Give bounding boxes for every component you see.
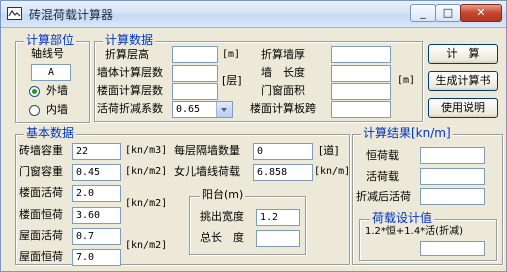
door-density-unit: [kn/m2] — [125, 166, 168, 177]
roof-dead-label: 屋面恒荷 — [19, 250, 63, 263]
calc-part-title: 计算部位 — [24, 33, 77, 47]
basic-data-title: 基本数据 — [24, 126, 77, 140]
floor-calc-label: 楼面计算层数 — [97, 84, 163, 97]
door-area-input[interactable] — [331, 83, 391, 100]
design-value-output[interactable] — [420, 241, 485, 256]
live-factor-value: 0.65 — [176, 104, 201, 115]
wall-length-input[interactable] — [331, 65, 391, 82]
wall-floors-label: 墙体计算层数 — [97, 66, 163, 79]
axis-label: 轴线号 — [31, 47, 64, 60]
window-title: 砖混荷载计算器 — [29, 8, 114, 22]
door-density-input[interactable]: 0.45 — [72, 164, 121, 181]
generate-book-button[interactable]: 生成计算书 — [428, 71, 498, 91]
partition-label: 每层隔墙数量 — [174, 144, 240, 157]
slab-span-label: 楼面计算板跨 — [250, 102, 316, 115]
partition-input[interactable]: 0 — [253, 143, 313, 160]
live-factor-label: 活荷折减系数 — [97, 102, 163, 115]
result-group: 计算结果[kn/m] 恒荷载 活荷载 折减后活荷 荷载设计值 1.2*恒+1.4… — [352, 126, 503, 265]
reduced-live-label: 折减后活荷 — [356, 190, 411, 203]
floor-live-input[interactable]: 2.0 — [72, 185, 121, 202]
reduced-live-output[interactable] — [420, 188, 485, 205]
wall-thickness-input[interactable] — [331, 46, 391, 63]
wall-floors-input[interactable] — [172, 65, 218, 82]
calc-data-title: 计算数据 — [103, 33, 156, 47]
title-bar[interactable]: 砖混荷载计算器 _ □ ✕ — [1, 1, 506, 28]
radio-inner-label[interactable]: 内墙 — [46, 103, 68, 117]
design-value-group: 荷载设计值 1.2*恒+1.4*活(折减) — [359, 211, 497, 261]
slab-span-input[interactable] — [331, 101, 391, 118]
parapet-input[interactable]: 6.858 — [253, 164, 313, 181]
roof-dead-input[interactable]: 7.0 — [72, 249, 121, 266]
brick-density-input[interactable]: 22 — [72, 143, 121, 160]
roof-live-label: 屋面活荷 — [19, 229, 63, 242]
dead-load-label: 恒荷载 — [366, 149, 399, 162]
calc-data-group: 计算数据 折算层高 [m] 墙体计算层数 [层] 楼面计算层数 活荷折减系数 0… — [94, 33, 423, 122]
app-window: 砖混荷载计算器 _ □ ✕ 计算部位 轴线号 A 外墙 内墙 计算数据 折算层高… — [0, 0, 507, 272]
radio-selected-dot — [32, 89, 37, 94]
floor-calc-input[interactable] — [172, 83, 218, 100]
close-button[interactable]: ✕ — [460, 4, 502, 22]
radio-inner-wall[interactable] — [29, 105, 40, 116]
wall-length-label: 墙 长度 — [261, 66, 305, 79]
brick-density-label: 砖墙容重 — [19, 144, 63, 157]
design-value-title: 荷载设计值 — [370, 211, 435, 225]
roof-load-unit: [kn/m2] — [125, 240, 168, 251]
wall-thickness-label: 折算墙厚 — [261, 48, 305, 61]
live-load-label: 活荷载 — [366, 170, 399, 183]
minimize-button[interactable]: _ — [410, 4, 436, 22]
floor-dead-label: 楼面恒荷 — [19, 208, 63, 221]
floor-dead-input[interactable]: 3.60 — [72, 207, 121, 224]
instructions-button[interactable]: 使用说明 — [428, 98, 498, 118]
live-factor-select[interactable]: 0.65 — [172, 101, 233, 118]
overhang-label: 挑出宽度 — [200, 210, 244, 223]
overhang-input[interactable]: 1.2 — [256, 209, 300, 226]
floor-height-input[interactable] — [172, 46, 218, 63]
door-area-label: 门窗面积 — [261, 84, 305, 97]
right-unit: [m] — [397, 75, 416, 86]
parapet-label: 女儿墙线荷载 — [174, 165, 240, 178]
parapet-unit: [kn/m] — [314, 166, 351, 177]
door-density-label: 门窗容重 — [19, 165, 63, 178]
floor-height-label: 折算层高 — [105, 48, 149, 61]
dead-load-output[interactable] — [420, 147, 485, 164]
calc-part-group: 计算部位 轴线号 A 外墙 内墙 — [15, 33, 90, 123]
result-title: 计算结果[kn/m] — [361, 126, 453, 140]
roof-live-input[interactable]: 0.7 — [72, 228, 121, 245]
live-load-output[interactable] — [420, 168, 485, 185]
brick-density-unit: [kn/m3] — [125, 145, 168, 156]
radio-outer-wall[interactable] — [29, 86, 40, 97]
floor-height-unit: [m] — [222, 49, 241, 60]
maximize-button[interactable]: □ — [435, 4, 461, 22]
design-formula: 1.2*恒+1.4*活(折减) — [365, 226, 463, 237]
balcony-length-input[interactable] — [256, 230, 300, 247]
basic-data-group: 基本数据 砖墙容重 22 [kn/m3] 门窗容重 0.45 [kn/m2] 楼… — [15, 126, 351, 266]
floor-load-unit: [kn/m2] — [125, 198, 168, 209]
axis-input[interactable]: A — [31, 64, 71, 81]
radio-outer-label[interactable]: 外墙 — [46, 84, 68, 98]
balcony-length-label: 总长 度 — [200, 231, 244, 244]
calculate-button[interactable]: 计 算 — [428, 44, 498, 64]
chevron-down-icon[interactable] — [216, 102, 232, 117]
app-icon — [7, 7, 22, 20]
partition-unit: [道] — [319, 144, 339, 157]
balcony-group: 阳台(m) 挑出宽度 1.2 总长 度 — [189, 188, 306, 255]
balcony-title: 阳台(m) — [200, 188, 246, 202]
floor-live-label: 楼面活荷 — [19, 186, 63, 199]
floors-unit: [层] — [222, 74, 242, 87]
